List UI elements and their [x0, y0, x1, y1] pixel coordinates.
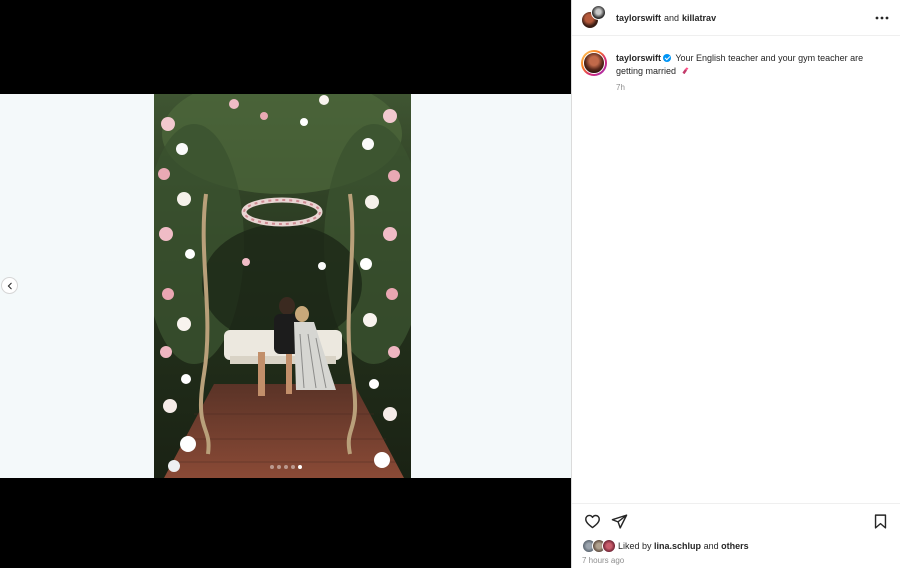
avatar	[602, 539, 616, 553]
carousel-indicator	[0, 465, 571, 469]
more-options-button[interactable]	[873, 9, 891, 27]
save-button[interactable]	[870, 512, 890, 532]
collab-avatars[interactable]	[581, 4, 611, 31]
username-link[interactable]: taylorswift	[616, 13, 661, 23]
collab-usernames: taylorswift and killatrav	[616, 13, 716, 23]
caption: taylorswift Your English teacher and you…	[572, 36, 900, 92]
heart-icon	[584, 513, 601, 530]
caption-avatar[interactable]	[581, 50, 607, 76]
likes-summary: Liked by lina.schlup and others	[582, 539, 749, 553]
chevron-left-icon	[6, 282, 14, 290]
post-photo[interactable]	[154, 94, 411, 478]
paper-plane-icon	[611, 513, 628, 530]
carousel-dot-active[interactable]	[297, 465, 302, 469]
more-horizontal-icon	[875, 16, 889, 20]
share-button[interactable]	[609, 512, 629, 532]
liked-by-label: Liked by	[618, 541, 652, 551]
carousel-dot[interactable]	[283, 465, 288, 469]
post-dialog: taylorswift and killatrav taylorswift Your…	[0, 0, 900, 568]
media-stage	[0, 94, 571, 478]
lipstick-icon	[681, 66, 690, 75]
carousel-dot[interactable]	[276, 465, 281, 469]
caption-timestamp[interactable]: 7h	[616, 83, 891, 92]
liker-username[interactable]: lina.schlup	[654, 541, 701, 551]
carousel-dot[interactable]	[269, 465, 274, 469]
carousel-dot[interactable]	[290, 465, 295, 469]
verified-badge-icon	[663, 54, 672, 62]
media-pane	[0, 0, 571, 568]
avatar	[591, 4, 606, 20]
and-label: and	[703, 541, 719, 551]
caption-text-block: taylorswift Your English teacher and you…	[616, 52, 874, 78]
others-link[interactable]: others	[721, 541, 749, 551]
post-side-panel: taylorswift and killatrav taylorswift Your…	[571, 0, 900, 568]
post-header: taylorswift and killatrav	[572, 0, 900, 36]
liker-avatars[interactable]	[582, 539, 616, 553]
action-bar	[572, 503, 900, 539]
caption-username[interactable]: taylorswift	[616, 53, 661, 63]
username-link[interactable]: killatrav	[682, 13, 716, 23]
and-label: and	[664, 12, 680, 23]
post-timestamp[interactable]: 7 hours ago	[582, 556, 624, 565]
like-button[interactable]	[582, 512, 602, 532]
bookmark-icon	[872, 513, 889, 530]
carousel-prev-button[interactable]	[1, 277, 18, 294]
